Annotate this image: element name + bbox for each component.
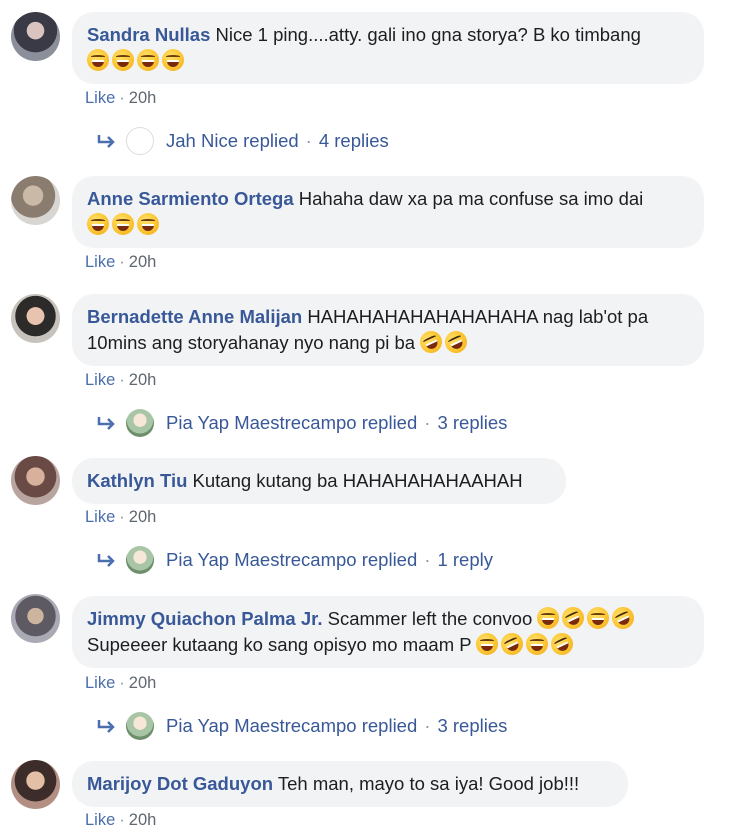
- replies-link[interactable]: Pia Yap Maestrecampo replied · 3 replies: [97, 408, 507, 438]
- reply-avatar: [126, 127, 154, 155]
- rofl-emoji-icon: [608, 603, 638, 633]
- separator: ·: [424, 412, 431, 433]
- like-link[interactable]: Like: [85, 371, 115, 389]
- like-link[interactable]: Like: [85, 508, 115, 526]
- separator: ·: [119, 508, 125, 526]
- laughing-tears-emoji-icon: [537, 607, 560, 629]
- comment-bubble: Kathlyn Tiu Kutang kutang ba HAHAHAHAHAA…: [72, 458, 566, 504]
- replies-link[interactable]: Pia Yap Maestrecampo replied · 3 replies: [97, 711, 507, 741]
- reply-avatar: [126, 712, 154, 740]
- replied-name: Pia Yap Maestrecampo replied: [166, 715, 418, 736]
- timestamp[interactable]: 20h: [129, 674, 157, 692]
- replied-name: Pia Yap Maestrecampo replied: [166, 549, 418, 570]
- rofl-emoji-icon: [558, 603, 588, 633]
- comment-meta: Like · 20h: [85, 508, 156, 527]
- rofl-emoji-icon: [441, 327, 471, 357]
- reply-arrow-icon: [97, 135, 115, 148]
- avatar[interactable]: [11, 594, 60, 643]
- comment-text: Hahaha daw xa pa ma confuse sa imo dai: [298, 188, 644, 209]
- separator: ·: [305, 130, 312, 151]
- rofl-emoji-icon: [547, 629, 578, 659]
- comment-bubble: Bernadette Anne Malijan HAHAHAHAHAHAHAHA…: [72, 294, 704, 366]
- timestamp[interactable]: 20h: [129, 811, 157, 829]
- separator: ·: [424, 715, 431, 736]
- comment-author[interactable]: Jimmy Quiachon Palma Jr.: [87, 608, 322, 629]
- comment-meta: Like · 20h: [85, 371, 156, 390]
- comment-author[interactable]: Anne Sarmiento Ortega: [87, 188, 294, 209]
- laughing-tears-emoji-icon: [87, 49, 109, 71]
- reply-avatar: [126, 546, 154, 574]
- laughing-tears-emoji-icon: [526, 633, 549, 655]
- laughing-tears-emoji-icon: [587, 607, 610, 629]
- comment-author[interactable]: Kathlyn Tiu: [87, 470, 187, 491]
- laughing-tears-emoji-icon: [476, 633, 499, 655]
- timestamp[interactable]: 20h: [129, 508, 157, 526]
- comment-bubble: Jimmy Quiachon Palma Jr. Scammer left th…: [72, 596, 704, 668]
- timestamp[interactable]: 20h: [129, 89, 157, 107]
- replied-name: Jah Nice replied: [166, 130, 299, 151]
- comment-bubble: Marijoy Dot Gaduyon Teh man, mayo to sa …: [72, 761, 628, 807]
- comment-author[interactable]: Sandra Nullas: [87, 24, 210, 45]
- laughing-tears-emoji-icon: [162, 49, 184, 71]
- avatar[interactable]: [11, 12, 60, 61]
- reply-count: 1 reply: [437, 549, 493, 570]
- like-link[interactable]: Like: [85, 811, 115, 829]
- replies-link[interactable]: Pia Yap Maestrecampo replied · 1 reply: [97, 545, 493, 575]
- emoji-group: [416, 327, 471, 357]
- avatar[interactable]: [11, 760, 60, 809]
- emoji-group: [87, 49, 187, 71]
- comment-text: HAHAHAHAHAHAHAHAHA nag lab'ot pa: [307, 306, 649, 327]
- comment-text: Kutang kutang ba HAHAHAHAHAAHAH: [192, 470, 523, 491]
- comment-bubble: Anne Sarmiento Ortega Hahaha daw xa pa m…: [72, 176, 704, 248]
- avatar[interactable]: [11, 294, 60, 343]
- reply-count: 3 replies: [437, 412, 508, 433]
- reply-arrow-icon: [97, 417, 115, 430]
- timestamp[interactable]: 20h: [129, 253, 157, 271]
- separator: ·: [119, 674, 125, 692]
- replied-name: Pia Yap Maestrecampo replied: [166, 412, 418, 433]
- avatar[interactable]: [11, 456, 60, 505]
- separator: ·: [119, 253, 125, 271]
- comment-meta: Like · 20h: [85, 811, 156, 830]
- reply-count: 3 replies: [437, 715, 508, 736]
- comment-author[interactable]: Bernadette Anne Malijan: [87, 306, 302, 327]
- comment-text: Nice 1 ping....atty. gali ino gna storya…: [215, 24, 641, 45]
- replies-link[interactable]: Jah Nice replied · 4 replies: [97, 126, 389, 156]
- rofl-emoji-icon: [497, 629, 528, 659]
- comment-author[interactable]: Marijoy Dot Gaduyon: [87, 773, 273, 794]
- comment-text-line2: Supeeeer kutaang ko sang opisyo mo maam …: [87, 634, 472, 655]
- laughing-tears-emoji-icon: [137, 49, 159, 71]
- reply-count: 4 replies: [318, 130, 389, 151]
- separator: ·: [424, 549, 431, 570]
- reply-arrow-icon: [97, 554, 115, 567]
- emoji-group: [537, 603, 638, 633]
- separator: ·: [119, 811, 125, 829]
- reply-avatar: [126, 409, 154, 437]
- timestamp[interactable]: 20h: [129, 371, 157, 389]
- comment-bubble: Sandra Nullas Nice 1 ping....atty. gali …: [72, 12, 704, 84]
- laughing-emoji-icon: [112, 213, 134, 235]
- comment-meta: Like · 20h: [85, 89, 156, 108]
- like-link[interactable]: Like: [85, 674, 115, 692]
- reply-arrow-icon: [97, 720, 115, 733]
- separator: ·: [119, 89, 125, 107]
- like-link[interactable]: Like: [85, 89, 115, 107]
- comment-meta: Like · 20h: [85, 253, 156, 272]
- separator: ·: [119, 371, 125, 389]
- rofl-emoji-icon: [416, 327, 446, 357]
- comment-meta: Like · 20h: [85, 674, 156, 693]
- comment-text: Teh man, mayo to sa iya! Good job!!!: [277, 773, 580, 794]
- laughing-emoji-icon: [137, 213, 159, 235]
- emoji-group: [476, 629, 578, 659]
- laughing-emoji-icon: [87, 213, 109, 235]
- comment-text: Scammer left the convoo: [327, 608, 533, 629]
- laughing-tears-emoji-icon: [112, 49, 134, 71]
- emoji-group: [87, 213, 162, 235]
- avatar[interactable]: [11, 176, 60, 225]
- like-link[interactable]: Like: [85, 253, 115, 271]
- comment-text-line2: 10mins ang storyahanay nyo nang pi ba: [87, 332, 416, 353]
